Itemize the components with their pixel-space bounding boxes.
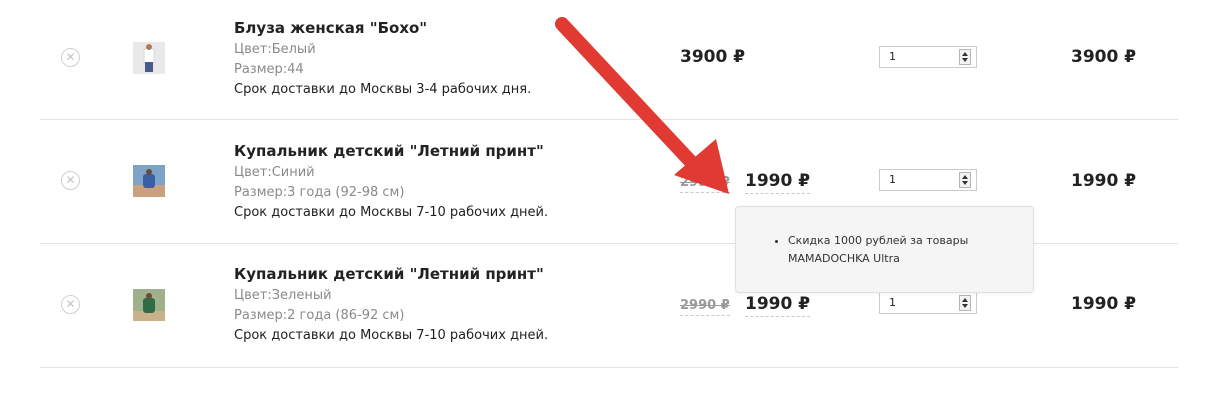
product-name[interactable]: Блуза женская "Бохо" bbox=[234, 18, 531, 38]
line-total: 1990 ₽ bbox=[1071, 294, 1137, 314]
spinner-arrows-icon[interactable] bbox=[959, 295, 971, 311]
quantity-value[interactable]: 1 bbox=[889, 173, 896, 186]
product-color: Цвет:Синий bbox=[234, 165, 315, 180]
remove-item-button[interactable]: ✕ bbox=[61, 295, 80, 314]
delivery-time: Срок доставки до Москвы 7-10 рабочих дне… bbox=[234, 205, 549, 220]
discount-list: Скидка 1000 рублей за товары MAMADOCHKA … bbox=[736, 207, 1033, 268]
delivery-time: Срок доставки до Москвы 7-10 рабочих дне… bbox=[234, 328, 549, 343]
product-image-icon bbox=[133, 165, 165, 197]
product-size: Размер:2 года (86-92 см) bbox=[234, 308, 405, 323]
old-price: 2990 ₽ bbox=[680, 298, 730, 316]
line-total: 1990 ₽ bbox=[1071, 171, 1137, 191]
product-image-icon bbox=[133, 289, 165, 321]
old-price: 2990 ₽ bbox=[680, 175, 730, 193]
discount-price[interactable]: 1990 ₽ bbox=[745, 171, 811, 194]
product-color: Цвет:Зеленый bbox=[234, 288, 332, 303]
quantity-stepper[interactable]: 1 bbox=[879, 292, 977, 314]
product-name[interactable]: Купальник детский "Летний принт" bbox=[234, 141, 548, 161]
product-thumbnail[interactable] bbox=[133, 165, 165, 197]
quantity-value[interactable]: 1 bbox=[889, 296, 896, 309]
quantity-value[interactable]: 1 bbox=[889, 50, 896, 63]
line-total: 3900 ₽ bbox=[1071, 47, 1137, 67]
discount-price[interactable]: 1990 ₽ bbox=[745, 294, 811, 317]
unit-price: 3900 ₽ bbox=[680, 47, 746, 67]
quantity-stepper[interactable]: 1 bbox=[879, 169, 977, 191]
quantity-stepper[interactable]: 1 bbox=[879, 46, 977, 68]
remove-item-button[interactable]: ✕ bbox=[61, 48, 80, 67]
product-size: Размер:44 bbox=[234, 62, 304, 77]
cart-row: ✕ Блуза женская "Бохо" Цвет:Белый Размер… bbox=[40, 0, 1178, 120]
product-info: Купальник детский "Летний принт" Цвет:Си… bbox=[234, 141, 548, 223]
product-size: Размер:3 года (92-98 см) bbox=[234, 185, 405, 200]
product-color: Цвет:Белый bbox=[234, 42, 316, 57]
discount-tooltip: Скидка 1000 рублей за товары MAMADOCHKA … bbox=[735, 206, 1034, 293]
product-thumbnail[interactable] bbox=[133, 289, 165, 321]
spinner-arrows-icon[interactable] bbox=[959, 49, 971, 65]
delivery-time: Срок доставки до Москвы 3-4 рабочих дня. bbox=[234, 82, 532, 97]
remove-item-button[interactable]: ✕ bbox=[61, 171, 80, 190]
product-thumbnail[interactable] bbox=[133, 42, 165, 74]
spinner-arrows-icon[interactable] bbox=[959, 172, 971, 188]
product-info: Купальник детский "Летний принт" Цвет:Зе… bbox=[234, 264, 548, 346]
discount-item: Скидка 1000 рублей за товары MAMADOCHKA … bbox=[788, 232, 1033, 268]
product-image-icon bbox=[133, 42, 165, 74]
product-info: Блуза женская "Бохо" Цвет:Белый Размер:4… bbox=[234, 18, 531, 100]
product-name[interactable]: Купальник детский "Летний принт" bbox=[234, 264, 548, 284]
